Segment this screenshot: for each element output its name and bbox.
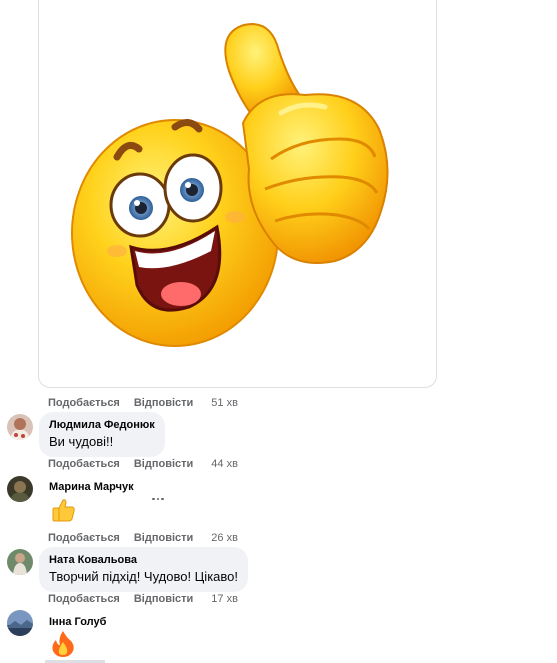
- comment-actions: Подобається Відповісти 44 хв: [48, 457, 238, 471]
- comment-actions: Подобається Відповісти 17 хв: [48, 592, 238, 606]
- comment-text: Творчий підхід! Чудово! Цікаво!: [49, 569, 238, 584]
- like-button[interactable]: Подобається: [48, 593, 120, 605]
- comment-author[interactable]: Ната Ковальова: [49, 553, 238, 568]
- comment-bubble: Ната Ковальова Творчий підхід! Чудово! Ц…: [39, 547, 248, 592]
- like-button[interactable]: Подобається: [48, 532, 120, 544]
- thumbs-up-emoji: [50, 497, 76, 528]
- reply-button[interactable]: Відповісти: [134, 532, 193, 544]
- comment-actions: Подобається Відповісти 51 хв: [48, 396, 238, 410]
- comment-bubble: Людмила Федонюк Ви чудові!!: [39, 412, 165, 457]
- comment-author[interactable]: Людмила Федонюк: [49, 418, 155, 433]
- comment-text: Ви чудові!!: [49, 434, 114, 449]
- thumbs-up-smiley-icon: [71, 23, 389, 347]
- comment-time[interactable]: 26 хв: [211, 532, 238, 544]
- avatar[interactable]: [7, 610, 33, 636]
- like-button[interactable]: Подобається: [48, 397, 120, 409]
- like-button[interactable]: Подобається: [48, 458, 120, 470]
- comment-time[interactable]: 17 хв: [211, 593, 238, 605]
- more-options-button[interactable]: [151, 492, 165, 506]
- comment-time[interactable]: 44 хв: [211, 458, 238, 470]
- reply-button[interactable]: Відповісти: [134, 458, 193, 470]
- reply-button[interactable]: Відповісти: [134, 593, 193, 605]
- comment-time[interactable]: 51 хв: [211, 397, 238, 409]
- avatar[interactable]: [7, 414, 33, 440]
- fire-emoji: [50, 630, 76, 663]
- comment-image-card[interactable]: [38, 0, 437, 388]
- comment-author[interactable]: Інна Голуб: [49, 616, 106, 628]
- avatar[interactable]: [7, 549, 33, 575]
- reply-button[interactable]: Відповісти: [134, 397, 193, 409]
- comment-actions: Подобається Відповісти 26 хв: [48, 531, 238, 545]
- comment-author[interactable]: Марина Марчук: [49, 481, 134, 493]
- avatar[interactable]: [7, 476, 33, 502]
